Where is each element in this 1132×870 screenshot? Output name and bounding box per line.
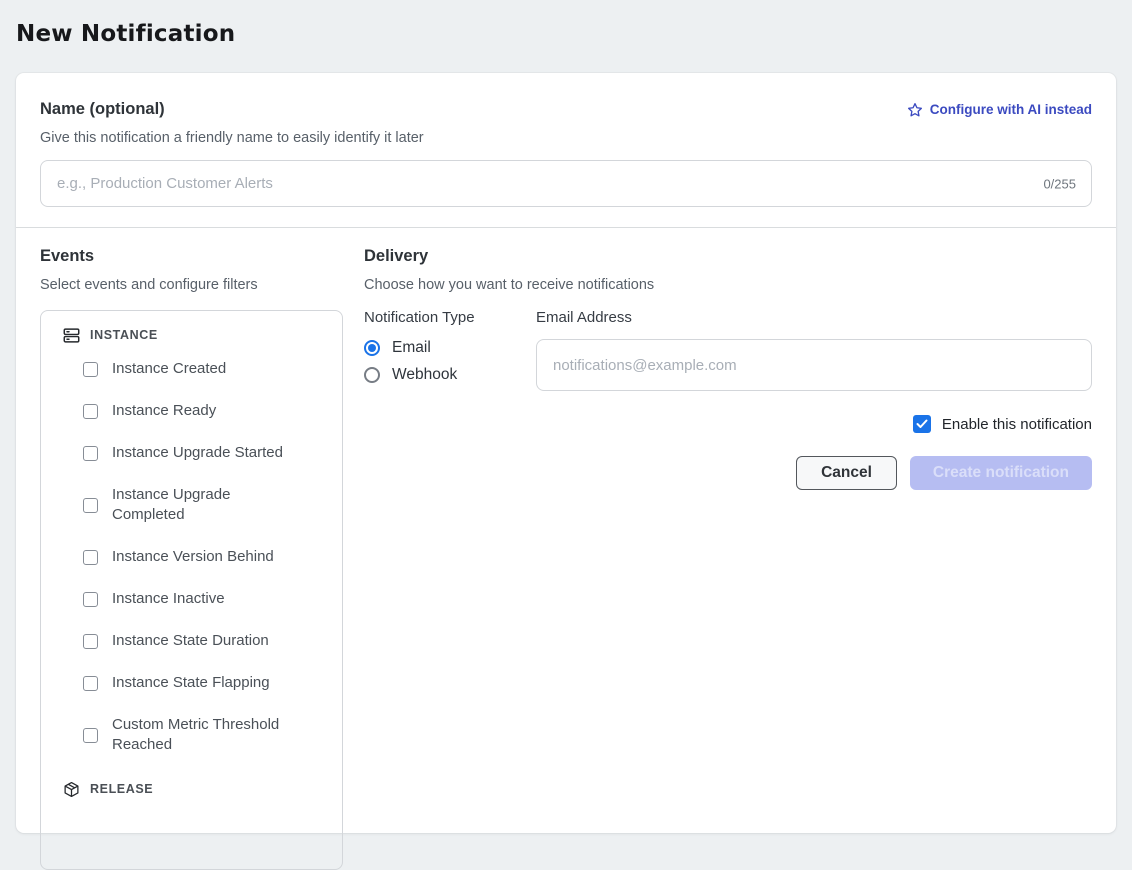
- event-checkbox[interactable]: [83, 446, 98, 461]
- cancel-button[interactable]: Cancel: [796, 456, 897, 490]
- email-radio-label: Email: [392, 339, 431, 357]
- event-item[interactable]: Instance State Duration: [83, 631, 330, 651]
- event-item[interactable]: Instance Version Behind: [83, 547, 330, 567]
- configure-with-ai-link[interactable]: Configure with AI instead: [907, 102, 1092, 118]
- release-group-label: RELEASE: [90, 782, 153, 796]
- event-checkbox[interactable]: [83, 550, 98, 565]
- enable-notification-label: Enable this notification: [942, 416, 1092, 433]
- event-item[interactable]: Instance State Flapping: [83, 673, 330, 693]
- enable-notification-row[interactable]: Enable this notification: [364, 415, 1092, 433]
- event-item-label: Instance Upgrade Completed: [112, 485, 302, 525]
- delivery-subtext: Choose how you want to receive notificat…: [364, 277, 1092, 293]
- delivery-grid: Notification Type Email Webhook Email Ad…: [364, 309, 1092, 393]
- event-item[interactable]: Custom Metric Threshold Reached: [83, 715, 330, 755]
- server-icon: [63, 327, 80, 344]
- buttons-row: Cancel Create notification: [364, 456, 1092, 490]
- event-item-label: Instance Upgrade Started: [112, 443, 283, 463]
- enable-notification-checkbox[interactable]: [913, 415, 931, 433]
- event-checkbox[interactable]: [83, 634, 98, 649]
- create-notification-button[interactable]: Create notification: [910, 456, 1092, 490]
- event-item-label: Instance Version Behind: [112, 547, 274, 567]
- name-input-wrap: 0/255: [40, 160, 1092, 207]
- event-checkbox[interactable]: [83, 728, 98, 743]
- event-item-label: Instance Created: [112, 359, 226, 379]
- event-checkbox[interactable]: [83, 404, 98, 419]
- event-item[interactable]: Instance Inactive: [83, 589, 330, 609]
- events-column: Events Select events and configure filte…: [40, 247, 343, 870]
- event-item-label: Custom Metric Threshold Reached: [112, 715, 302, 755]
- event-item[interactable]: Instance Created: [83, 359, 330, 379]
- char-counter: 0/255: [1043, 176, 1076, 191]
- email-address-col: Email Address: [536, 309, 1092, 393]
- email-radio[interactable]: [364, 340, 380, 356]
- name-input[interactable]: [40, 160, 1092, 207]
- events-heading: Events: [40, 247, 343, 266]
- event-checkbox[interactable]: [83, 498, 98, 513]
- delivery-column: Delivery Choose how you want to receive …: [364, 247, 1092, 870]
- email-address-label: Email Address: [536, 309, 1092, 326]
- instance-group-label: INSTANCE: [90, 328, 158, 342]
- new-notification-card: Name (optional) Configure with AI instea…: [16, 73, 1116, 833]
- event-checkbox[interactable]: [83, 676, 98, 691]
- event-item-label: Instance Ready: [112, 401, 216, 421]
- email-radio-row[interactable]: Email: [364, 339, 536, 357]
- package-icon: [63, 781, 80, 798]
- columns: Events Select events and configure filte…: [40, 228, 1092, 870]
- webhook-radio-label: Webhook: [392, 366, 457, 384]
- delivery-heading: Delivery: [364, 247, 1092, 266]
- event-item-label: Instance State Duration: [112, 631, 269, 651]
- webhook-radio[interactable]: [364, 367, 380, 383]
- check-icon: [916, 419, 928, 429]
- notification-type-col: Notification Type Email Webhook: [364, 309, 536, 393]
- events-subtext: Select events and configure filters: [40, 277, 343, 293]
- notification-type-label: Notification Type: [364, 309, 536, 326]
- instance-group-header: INSTANCE: [53, 325, 330, 345]
- event-checkbox[interactable]: [83, 362, 98, 377]
- name-section-heading: Name (optional): [40, 100, 165, 119]
- star-icon: [907, 102, 923, 118]
- instance-event-list: Instance Created Instance Ready Instance…: [53, 359, 330, 755]
- webhook-radio-row[interactable]: Webhook: [364, 366, 536, 384]
- ai-link-label: Configure with AI instead: [930, 102, 1092, 117]
- event-item-label: Instance State Flapping: [112, 673, 270, 693]
- event-item-label: Instance Inactive: [112, 589, 225, 609]
- event-item[interactable]: Instance Upgrade Started: [83, 443, 330, 463]
- name-header-row: Name (optional) Configure with AI instea…: [40, 100, 1092, 119]
- event-checkbox[interactable]: [83, 592, 98, 607]
- email-input[interactable]: [536, 339, 1092, 391]
- event-item[interactable]: Instance Ready: [83, 401, 330, 421]
- release-group-header: RELEASE: [53, 779, 330, 799]
- events-box: INSTANCE Instance Created Instance Ready…: [40, 310, 343, 870]
- page-title: New Notification: [0, 0, 1132, 47]
- name-section-subtext: Give this notification a friendly name t…: [40, 130, 1092, 146]
- event-item[interactable]: Instance Upgrade Completed: [83, 485, 330, 525]
